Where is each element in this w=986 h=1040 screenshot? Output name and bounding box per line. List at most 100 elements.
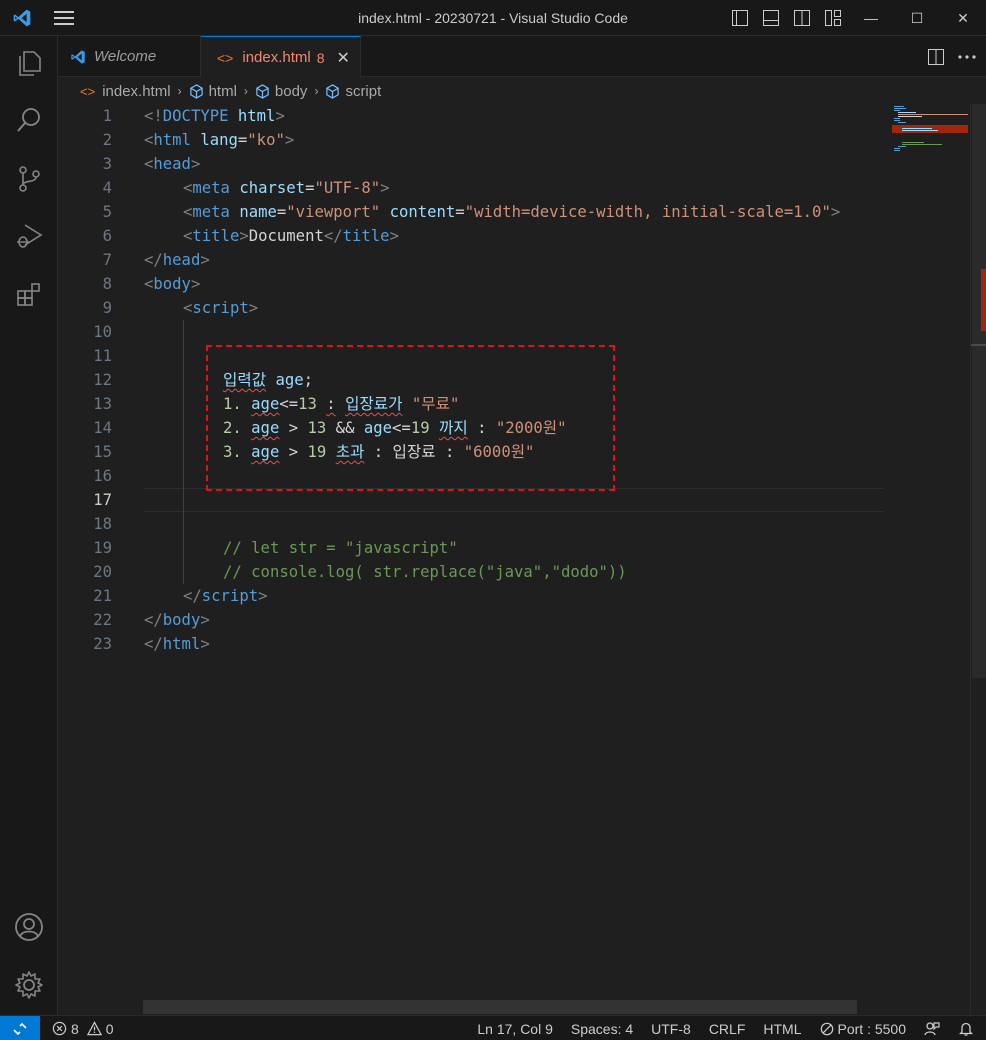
code-editor[interactable]: 1 <!DOCTYPE html> 2 <html lang="ko"> 3 <hea… <box>58 104 986 1015</box>
chevron-right-icon: › <box>243 84 248 98</box>
html-file-icon: <> <box>217 49 234 66</box>
error-count: 8 <box>71 1020 79 1037</box>
vscode-logo-icon <box>70 49 86 65</box>
search-icon[interactable] <box>0 95 58 145</box>
status-bar: 8 0 Ln 17, Col 9 Spaces: 4 UTF-8 CRLF HT… <box>0 1015 986 1040</box>
tab-label: index.html <box>242 49 311 66</box>
line-number: 22 <box>93 611 112 629</box>
editor-tabs: Welcome <> index.html 8 ✕ <box>58 36 986 78</box>
code-line: <meta charset="UTF-8"> <box>183 179 390 197</box>
chevron-right-icon: › <box>314 84 319 98</box>
port-label: Port : 5500 <box>837 1020 907 1037</box>
line-number: 6 <box>102 227 112 245</box>
scrollbar-thumb[interactable] <box>972 104 986 678</box>
explorer-icon[interactable] <box>0 38 58 88</box>
line-number: 11 <box>93 347 112 365</box>
line-number: 10 <box>93 323 112 341</box>
problems-indicator[interactable]: 8 0 <box>52 1016 114 1040</box>
menu-icon[interactable] <box>44 0 84 36</box>
line-number: 16 <box>93 467 112 485</box>
line-number: 3 <box>102 155 112 173</box>
toggle-panel-icon[interactable] <box>755 0 786 36</box>
end-of-line[interactable]: CRLF <box>709 1021 746 1037</box>
warning-count: 0 <box>105 1020 114 1037</box>
close-tab-button[interactable]: ✕ <box>337 48 350 68</box>
line-number: 15 <box>93 443 112 461</box>
breadcrumb-html[interactable]: html <box>189 83 237 100</box>
breadcrumb-label: body <box>274 82 308 100</box>
no-entry-icon <box>820 1022 833 1035</box>
breadcrumb-body[interactable]: body <box>255 82 308 100</box>
line-number: 9 <box>102 299 112 317</box>
line-number: 7 <box>102 251 112 269</box>
breadcrumb: <> index.html › html › body › script <box>58 78 986 104</box>
cursor-marker <box>971 344 986 346</box>
warning-icon <box>86 1021 102 1036</box>
remote-indicator-icon[interactable] <box>0 1016 40 1040</box>
close-window-button[interactable]: ✕ <box>940 0 986 36</box>
code-line: <title>Document</title> <box>183 227 399 245</box>
error-marker <box>981 269 986 331</box>
breadcrumb-script[interactable]: script <box>325 83 381 100</box>
title-bar: index.html - 20230721 - Visual Studio Co… <box>0 0 986 36</box>
manage-gear-icon[interactable] <box>0 960 58 1010</box>
current-line-number: 17 <box>93 491 112 509</box>
indentation[interactable]: Spaces: 4 <box>571 1021 633 1037</box>
notifications-bell-icon[interactable] <box>958 1021 974 1037</box>
line-number: 21 <box>93 587 112 605</box>
line-number: 20 <box>93 563 112 581</box>
breadcrumb-file[interactable]: <> index.html <box>80 83 171 100</box>
line-number: 23 <box>93 635 112 653</box>
tab-label: Welcome <box>94 48 157 65</box>
language-mode[interactable]: HTML <box>763 1021 801 1037</box>
code-line: </script> <box>183 587 268 605</box>
line-number: 12 <box>93 371 112 389</box>
cursor-position[interactable]: Ln 17, Col 9 <box>477 1021 553 1037</box>
tab-welcome[interactable]: Welcome <box>58 36 201 77</box>
code-comment: // let str = "javascript" <box>223 539 458 557</box>
horizontal-scrollbar[interactable] <box>143 1000 857 1014</box>
minimap[interactable] <box>884 104 970 1004</box>
run-and-debug-icon[interactable] <box>0 211 58 261</box>
code-line: <body> <box>144 275 201 293</box>
line-number: 8 <box>102 275 112 293</box>
account-icon[interactable] <box>0 902 58 952</box>
tab-index-html[interactable]: <> index.html 8 ✕ <box>201 36 361 78</box>
code-line: <html lang="ko"> <box>144 131 295 149</box>
chevron-right-icon: › <box>177 84 182 98</box>
code-line: <head> <box>144 155 201 173</box>
maximize-button[interactable]: ☐ <box>894 0 940 36</box>
split-editor-icon[interactable] <box>928 48 944 65</box>
line-number: 1 <box>102 107 112 125</box>
customize-layout-icon[interactable] <box>817 0 848 36</box>
feedback-icon[interactable] <box>924 1021 940 1037</box>
vertical-scrollbar[interactable] <box>970 104 986 1015</box>
breadcrumb-label: index.html <box>102 82 171 100</box>
code-comment: // console.log( str.replace("java","dodo… <box>223 563 627 581</box>
symbol-element-icon <box>189 83 203 99</box>
breadcrumb-label: script <box>345 82 382 100</box>
more-actions-icon[interactable] <box>958 54 976 59</box>
toggle-primary-sidebar-icon[interactable] <box>724 0 755 36</box>
encoding[interactable]: UTF-8 <box>651 1021 691 1037</box>
extensions-icon[interactable] <box>0 270 58 320</box>
line-number: 18 <box>93 515 112 533</box>
line-number: 4 <box>102 179 112 197</box>
vscode-logo-icon <box>0 0 44 36</box>
breadcrumb-label: html <box>208 82 237 100</box>
live-server-port[interactable]: Port : 5500 <box>820 1020 907 1037</box>
annotation-highlight-box <box>206 345 615 491</box>
toggle-secondary-sidebar-icon[interactable] <box>786 0 817 36</box>
line-number: 13 <box>93 395 112 413</box>
line-number: 5 <box>102 203 112 221</box>
problem-count-badge: 8 <box>316 49 325 66</box>
symbol-element-icon <box>326 83 340 99</box>
code-line: <meta name="viewport" content="width=dev… <box>183 203 841 221</box>
activity-bar <box>0 36 58 1015</box>
code-line: <script> <box>183 299 259 317</box>
code-line: <!DOCTYPE html> <box>144 107 285 125</box>
error-icon <box>52 1021 67 1036</box>
source-control-icon[interactable] <box>0 154 58 204</box>
minimize-button[interactable]: — <box>848 0 894 36</box>
code-line: </body> <box>144 611 210 629</box>
